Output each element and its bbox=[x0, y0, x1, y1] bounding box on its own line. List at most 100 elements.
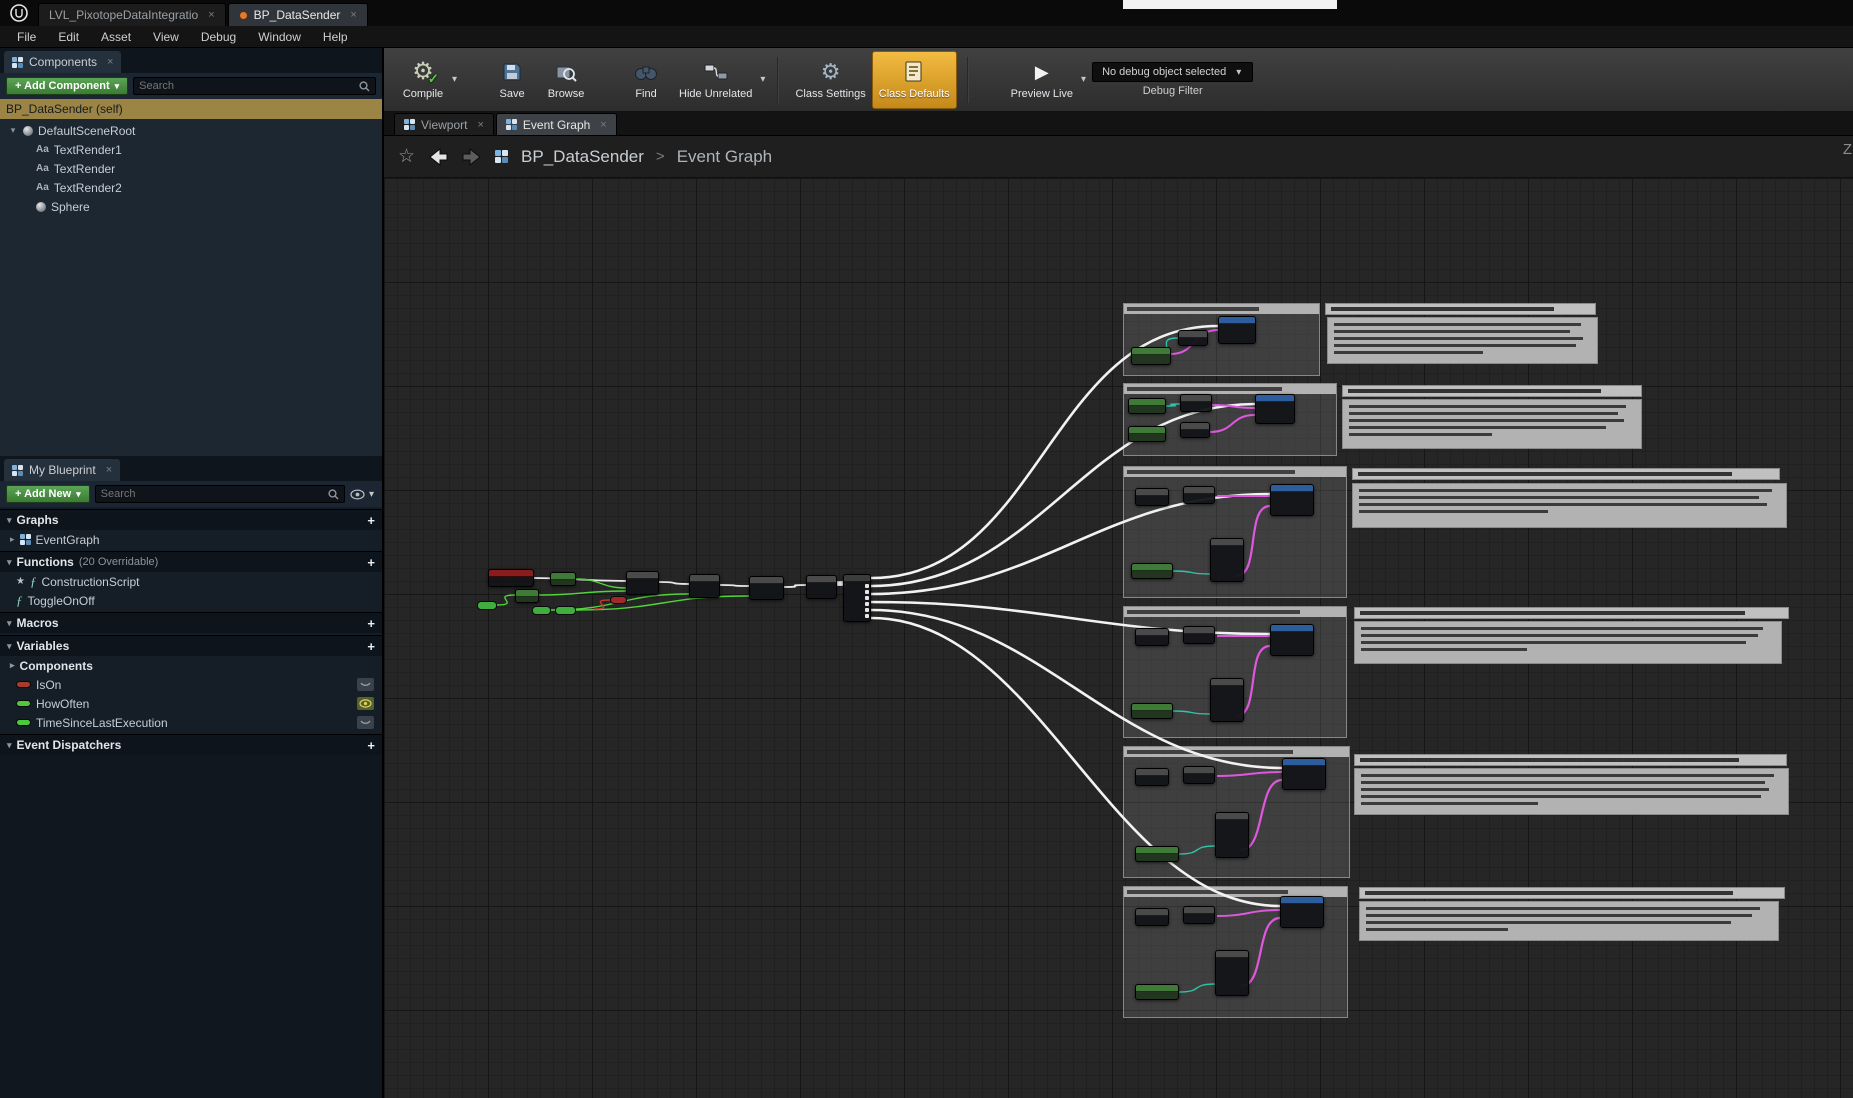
comment-text-block[interactable] bbox=[1342, 399, 1642, 449]
graph-node[interactable] bbox=[689, 574, 720, 598]
menu-help[interactable]: Help bbox=[312, 28, 359, 46]
eye-closed-icon[interactable] bbox=[357, 716, 374, 729]
preview-live-caret[interactable]: ▾ bbox=[1081, 74, 1086, 85]
graph-node[interactable] bbox=[1180, 422, 1210, 438]
visibility-filter-button[interactable]: ▾ bbox=[350, 489, 376, 500]
breadcrumb-asset[interactable]: BP_DataSender bbox=[521, 147, 644, 167]
comment-text-block[interactable] bbox=[1354, 768, 1789, 815]
graph-node[interactable] bbox=[843, 574, 871, 622]
section-variables[interactable]: ▾ Variables + bbox=[0, 635, 382, 656]
variable-category-components[interactable]: ▸ Components bbox=[0, 656, 382, 675]
section-event-dispatchers[interactable]: ▾ Event Dispatchers + bbox=[0, 734, 382, 755]
menu-edit[interactable]: Edit bbox=[47, 28, 90, 46]
menu-debug[interactable]: Debug bbox=[190, 28, 247, 46]
collapse-icon[interactable]: ▾ bbox=[7, 515, 12, 526]
close-icon[interactable]: × bbox=[208, 9, 214, 21]
save-button[interactable]: Save bbox=[485, 51, 539, 109]
graph-node[interactable] bbox=[515, 589, 539, 603]
expander-icon[interactable]: ▾ bbox=[8, 125, 18, 136]
comment-text-block[interactable] bbox=[1354, 621, 1782, 664]
add-new-button[interactable]: + Add New ▾ bbox=[6, 485, 90, 503]
variable-row-howoften[interactable]: HowOften bbox=[0, 694, 382, 713]
comment-title-bar[interactable] bbox=[1354, 754, 1787, 766]
tab-lvl-pixotopedataintegratio[interactable]: LVL_PixotopeDataIntegratio × bbox=[38, 3, 226, 26]
class-defaults-button[interactable]: Class Defaults bbox=[872, 51, 957, 109]
section-graphs[interactable]: ▾ Graphs + bbox=[0, 509, 382, 530]
eye-closed-icon[interactable] bbox=[357, 678, 374, 691]
graph-node[interactable] bbox=[806, 575, 837, 599]
my-blueprint-search-input[interactable] bbox=[101, 488, 328, 500]
graph-node[interactable] bbox=[1215, 812, 1249, 858]
graph-node[interactable] bbox=[488, 569, 534, 587]
tab-event-graph[interactable]: Event Graph × bbox=[496, 113, 617, 135]
comment-text-block[interactable] bbox=[1359, 901, 1779, 941]
collapse-icon[interactable]: ▾ bbox=[7, 557, 12, 568]
variable-row-ison[interactable]: IsOn bbox=[0, 675, 382, 694]
hide-unrelated-caret[interactable]: ▾ bbox=[760, 74, 765, 85]
tree-item-textrender2[interactable]: Aa TextRender2 bbox=[0, 178, 382, 197]
add-graph-button[interactable]: + bbox=[367, 513, 375, 528]
graph-node[interactable] bbox=[1282, 758, 1326, 790]
add-function-button[interactable]: + bbox=[367, 555, 375, 570]
comment-title-bar[interactable] bbox=[1342, 385, 1642, 397]
eye-open-icon[interactable] bbox=[357, 697, 374, 710]
tab-bp-datasender[interactable]: BP_DataSender × bbox=[228, 3, 368, 26]
comment-title-bar[interactable] bbox=[1359, 887, 1785, 899]
graph-node[interactable] bbox=[1270, 624, 1314, 656]
find-button[interactable]: Find bbox=[619, 51, 673, 109]
hide-unrelated-button[interactable]: Hide Unrelated bbox=[673, 51, 758, 109]
comment-title-bar[interactable] bbox=[1352, 468, 1780, 480]
class-settings-button[interactable]: ⚙ Class Settings bbox=[789, 51, 871, 109]
expander-icon[interactable]: ▸ bbox=[10, 660, 15, 671]
graph-node[interactable] bbox=[1128, 426, 1166, 442]
graph-node[interactable] bbox=[749, 576, 784, 600]
back-arrow-icon[interactable] bbox=[427, 148, 449, 166]
graph-node[interactable] bbox=[1135, 488, 1169, 506]
list-item-toggleonoff[interactable]: ƒ ToggleOnOff bbox=[0, 591, 382, 610]
components-search-input[interactable] bbox=[139, 80, 359, 92]
section-functions[interactable]: ▾ Functions (20 Overridable) + bbox=[0, 551, 382, 572]
section-macros[interactable]: ▾ Macros + bbox=[0, 612, 382, 633]
graph-node[interactable] bbox=[1135, 846, 1179, 862]
close-icon[interactable]: × bbox=[477, 119, 483, 131]
comment-text-block[interactable] bbox=[1327, 317, 1598, 364]
graph-node[interactable] bbox=[1178, 330, 1208, 346]
variable-row-timesincelastexecution[interactable]: TimeSinceLastExecution bbox=[0, 713, 382, 732]
expander-icon[interactable]: ▸ bbox=[10, 534, 15, 545]
graph-node[interactable] bbox=[1270, 484, 1314, 516]
graph-node[interactable] bbox=[1280, 896, 1324, 928]
close-icon[interactable]: × bbox=[106, 464, 112, 476]
graph-node[interactable] bbox=[1210, 538, 1244, 582]
list-item-constructionscript[interactable]: ★ ƒ ConstructionScript bbox=[0, 572, 382, 591]
graph-node[interactable] bbox=[1183, 906, 1215, 924]
comment-group[interactable] bbox=[1123, 383, 1337, 456]
graph-node[interactable] bbox=[1131, 563, 1173, 579]
menu-view[interactable]: View bbox=[142, 28, 190, 46]
graph-node[interactable] bbox=[1255, 394, 1295, 424]
components-search-box[interactable] bbox=[133, 77, 376, 95]
close-icon[interactable]: × bbox=[350, 9, 356, 21]
tree-item-sphere[interactable]: Sphere bbox=[0, 197, 382, 216]
close-icon[interactable]: × bbox=[600, 119, 606, 131]
variable-pill-node[interactable] bbox=[610, 596, 627, 604]
graph-node[interactable] bbox=[626, 571, 659, 595]
graph-node[interactable] bbox=[1218, 316, 1256, 344]
collapse-icon[interactable]: ▾ bbox=[7, 618, 12, 629]
graph-node[interactable] bbox=[1183, 486, 1215, 504]
graph-node[interactable] bbox=[1135, 908, 1169, 926]
tab-components[interactable]: Components × bbox=[4, 51, 121, 73]
forward-arrow-icon[interactable] bbox=[461, 148, 483, 166]
list-item-eventgraph[interactable]: ▸ EventGraph bbox=[0, 530, 382, 549]
favorite-star-icon[interactable]: ☆ bbox=[398, 145, 415, 168]
graph-node[interactable] bbox=[1131, 703, 1173, 719]
graph-node[interactable] bbox=[1128, 398, 1166, 414]
preview-live-button[interactable]: ▶ Preview Live bbox=[1005, 51, 1079, 109]
compile-options-caret[interactable]: ▾ bbox=[452, 74, 457, 85]
add-dispatcher-button[interactable]: + bbox=[367, 738, 375, 753]
menu-file[interactable]: File bbox=[6, 28, 47, 46]
add-component-button[interactable]: + Add Component ▾ bbox=[6, 77, 128, 95]
graph-node[interactable] bbox=[1183, 766, 1215, 784]
browse-button[interactable]: Browse bbox=[539, 51, 593, 109]
comment-text-block[interactable] bbox=[1352, 483, 1787, 528]
graph-node[interactable] bbox=[1135, 984, 1179, 1000]
